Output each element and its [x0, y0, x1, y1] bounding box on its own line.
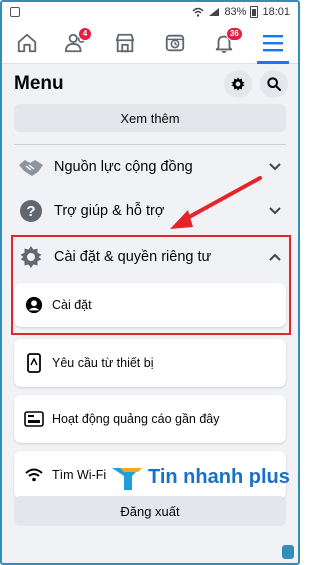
section-label: Cài đặt & quyền riêng tư: [54, 249, 212, 265]
battery-percent: 83%: [224, 6, 247, 18]
ad-activity-icon: [24, 409, 44, 429]
phone-frame: 83% 18:01 4 36 Menu Xem thêm Nguồn lực c…: [0, 0, 300, 565]
svg-text:?: ?: [26, 203, 35, 220]
nav-menu[interactable]: [253, 23, 293, 64]
hamburger-menu-icon: [263, 34, 284, 51]
ad-activity-card[interactable]: Hoạt động quảng cáo gần đây: [14, 395, 286, 443]
nav-home[interactable]: [7, 23, 47, 63]
device-requests-card[interactable]: Yêu cầu từ thiết bị: [14, 339, 286, 387]
corner-mark: [282, 545, 294, 559]
watch-icon: [165, 34, 184, 51]
help-icon: ?: [18, 198, 44, 224]
section-help-support[interactable]: ? Trợ giúp & hỗ trợ: [12, 191, 288, 231]
watermark-text: Tin nhanh plus: [148, 465, 290, 488]
divider: [14, 144, 286, 145]
logout-button[interactable]: Đăng xuất: [14, 496, 286, 526]
home-icon: [17, 33, 36, 52]
section-settings-privacy[interactable]: Cài đặt & quyền riêng tư: [12, 237, 288, 277]
gallery-icon: [10, 7, 20, 17]
battery-icon: [250, 6, 259, 18]
wifi-icon: [192, 7, 204, 17]
notifications-badge: 36: [225, 26, 243, 41]
chevron-up-icon: [268, 250, 282, 264]
account-icon: [24, 295, 44, 315]
phone-icon: [24, 353, 44, 373]
handshake-icon: [18, 154, 44, 180]
nav-marketplace[interactable]: [105, 23, 145, 63]
page-title: Menu: [14, 73, 64, 94]
section-community-resources[interactable]: Nguồn lực cộng đồng: [12, 147, 288, 187]
gear-icon: [18, 244, 44, 270]
friends-badge: 4: [77, 26, 92, 41]
watermark-logo: Tin nhanh plus: [110, 460, 290, 494]
gear-icon: [231, 77, 245, 91]
search-icon: [267, 77, 281, 91]
chevron-down-icon: [268, 160, 282, 174]
clock: 18:01: [262, 6, 290, 18]
see-more-button[interactable]: Xem thêm: [14, 104, 286, 132]
nav-notifications[interactable]: 36: [204, 23, 244, 63]
section-label: Trợ giúp & hỗ trợ: [54, 203, 165, 219]
nav-friends[interactable]: 4: [56, 23, 96, 63]
watermark-mark-icon: [112, 468, 142, 490]
settings-button[interactable]: [224, 70, 252, 98]
card-label: Cài đặt: [52, 298, 92, 312]
search-button[interactable]: [260, 70, 288, 98]
section-label: Nguồn lực cộng đồng: [54, 159, 193, 175]
nav-watch[interactable]: [155, 23, 195, 63]
card-label: Hoạt động quảng cáo gần đây: [52, 412, 220, 426]
status-bar: 83% 18:01: [2, 2, 298, 22]
wifi-icon: [24, 465, 44, 485]
signal-icon: [209, 8, 220, 16]
card-label: Tìm Wi-Fi: [52, 468, 107, 482]
settings-card[interactable]: Cài đặt: [14, 283, 286, 327]
card-label: Yêu cầu từ thiết bị: [52, 356, 154, 370]
top-navigation: 4 36: [2, 22, 298, 64]
chevron-down-icon: [268, 204, 282, 218]
menu-header: Menu: [2, 64, 298, 104]
marketplace-icon: [116, 33, 135, 52]
